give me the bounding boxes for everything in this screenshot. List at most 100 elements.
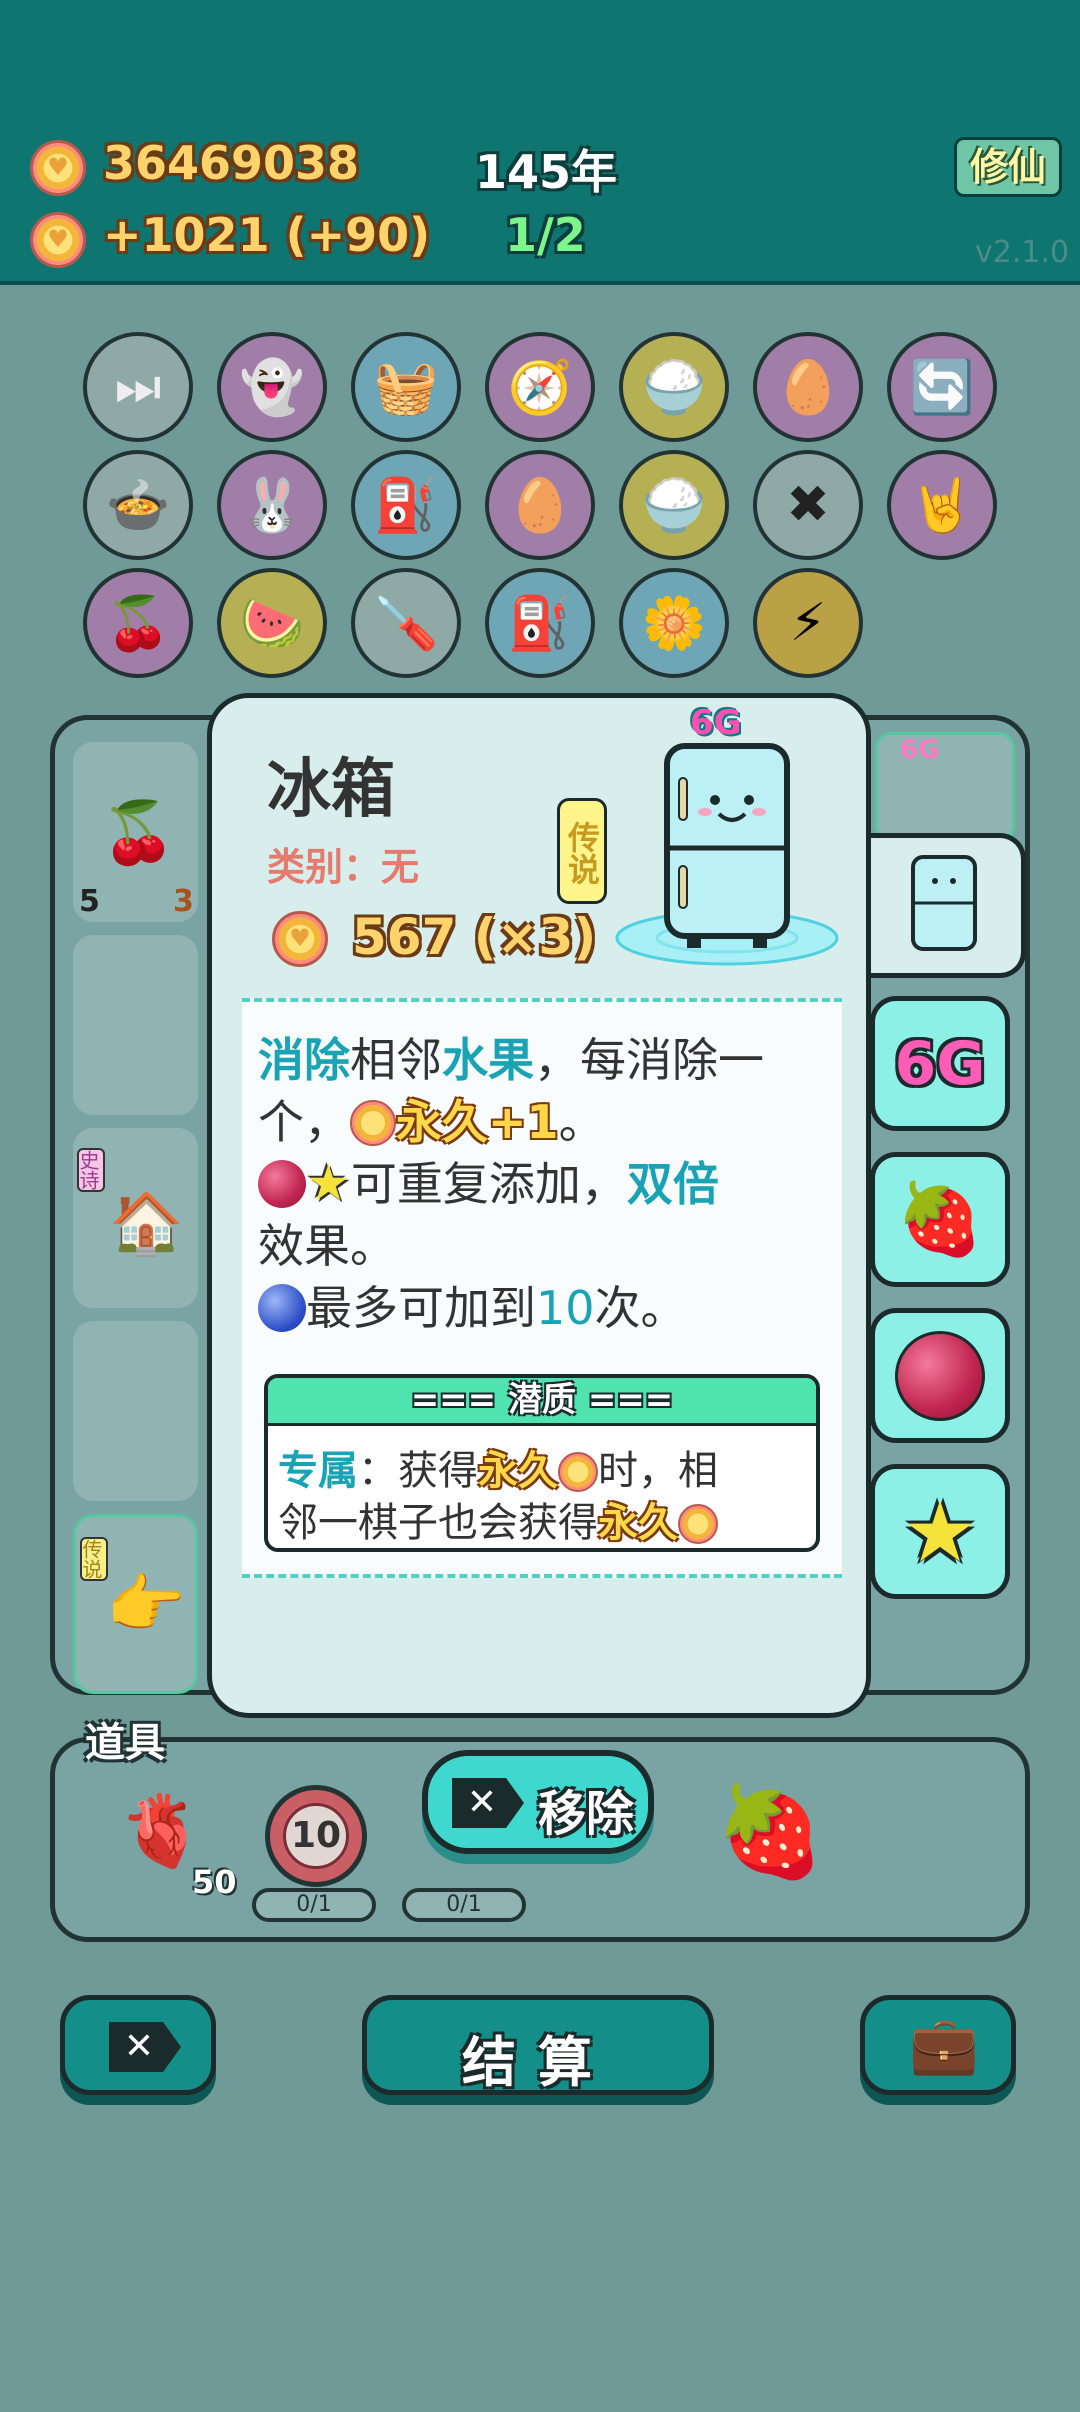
- rice-bowl-icon[interactable]: 🍚: [619, 450, 729, 560]
- xiuxian-button[interactable]: 修仙: [954, 137, 1062, 197]
- side-tab-strawberry[interactable]: 🍓: [870, 1152, 1010, 1287]
- lightning-icon[interactable]: ⚡: [753, 568, 863, 678]
- target-icon[interactable]: 10: [265, 1785, 367, 1887]
- coin-icon: [272, 911, 328, 967]
- desc-text: 最多可加到: [306, 1281, 536, 1335]
- flower-pot-icon[interactable]: 🌼: [619, 568, 729, 678]
- remove-label: 移除: [538, 1786, 635, 1842]
- potential-text: 时，相: [598, 1448, 718, 1494]
- star-icon: ★: [306, 1154, 351, 1212]
- coin-icon: [30, 140, 86, 196]
- coin-icon: [350, 1100, 396, 1146]
- tier-badge: 6G: [900, 735, 940, 765]
- coin-icon: [678, 1504, 718, 1544]
- skip-icon[interactable]: ⏭: [83, 332, 193, 442]
- liver-icon[interactable]: 🫀: [118, 1790, 205, 1873]
- version-label: v2.1.0: [975, 235, 1070, 270]
- desc-text: 相邻: [350, 1033, 442, 1087]
- slot-progress: 0/1: [402, 1888, 526, 1922]
- pot-duck-icon[interactable]: 🍲: [83, 450, 193, 560]
- board-cell[interactable]: 🍒 5 3: [73, 742, 198, 922]
- epic-tag: 史诗: [76, 1148, 105, 1192]
- potential-line: 邻一棋子也会获得永久: [278, 1490, 718, 1548]
- keyword-permanent: 永久: [478, 1448, 558, 1494]
- pump-icon[interactable]: ⛽: [351, 450, 461, 560]
- potential-text: ：获得: [358, 1448, 478, 1494]
- legend-tag: 传说: [79, 1537, 108, 1581]
- keyword-permanent: 永久: [598, 1500, 678, 1546]
- desc-line: 个， 永久+1。: [258, 1086, 605, 1152]
- cell-count: 5: [79, 884, 100, 919]
- keyword-eliminate: 消除: [258, 1033, 350, 1087]
- potential-heading: === 潜质 ===: [268, 1378, 816, 1426]
- pump-icon[interactable]: ⛽: [485, 568, 595, 678]
- item-price: 567 (×3): [352, 908, 597, 966]
- blueberry-icon: [258, 1284, 306, 1332]
- potential-box: === 潜质 === 专属：获得永久 时，相 邻一棋子也会获得永久: [264, 1374, 820, 1552]
- egg-bag-icon[interactable]: 🥚: [485, 450, 595, 560]
- remove-button[interactable]: ✕ 移除: [422, 1750, 654, 1854]
- pointing-hand-icon: 👉: [106, 1568, 186, 1642]
- desc-text: 次。: [594, 1281, 687, 1335]
- side-tab-6g[interactable]: 6G: [870, 996, 1010, 1131]
- star-icon: ★: [902, 1482, 978, 1581]
- tools-label: 道具: [85, 1720, 165, 1766]
- fruit-plate-icon[interactable]: 🍉: [217, 568, 327, 678]
- desc-line: ★可重复添加，双倍: [258, 1148, 719, 1214]
- fruit-basket-icon[interactable]: 🧺: [351, 332, 461, 442]
- refresh-icon[interactable]: 🔄: [887, 332, 997, 442]
- settle-button[interactable]: 结算: [362, 1995, 714, 2095]
- fridge-icon: [910, 855, 977, 951]
- screwdriver-icon[interactable]: 🪛: [351, 568, 461, 678]
- cell-count: 3: [173, 884, 194, 919]
- tier-badge: 6G: [690, 703, 742, 743]
- side-tab-bayberry[interactable]: [870, 1308, 1010, 1443]
- tier-6g-label: 6G: [894, 1028, 986, 1099]
- remove-tag-icon[interactable]: ✖: [753, 450, 863, 560]
- cherries-icon[interactable]: 🍒: [83, 568, 193, 678]
- strawberry-icon: 🍓: [896, 1178, 984, 1260]
- board-cell[interactable]: 史诗 🏠: [73, 1128, 198, 1308]
- bag-button[interactable]: 💼: [860, 1995, 1016, 2095]
- rock-hand-icon[interactable]: 🤘: [887, 450, 997, 560]
- keyword-permanent: 永久+1: [396, 1095, 559, 1149]
- desc-line: 效果。: [258, 1219, 396, 1273]
- coin-income: +1021 (+90): [103, 208, 431, 262]
- board-cell[interactable]: 传说 👉: [73, 1514, 198, 1694]
- rarity-badge: 传说: [557, 798, 607, 904]
- keyword-double: 双倍: [626, 1157, 719, 1211]
- close-tag-icon: ✕: [109, 2022, 181, 2072]
- board-cell[interactable]: [73, 935, 198, 1115]
- coin-total: 36469038: [103, 136, 360, 190]
- keyword-exclusive: 专属: [278, 1448, 358, 1494]
- egg-bag-icon[interactable]: 🥚: [753, 332, 863, 442]
- liver-count: 50: [192, 1863, 237, 1901]
- target-value: 10: [283, 1803, 349, 1869]
- briefcase-icon: 💼: [909, 2013, 979, 2078]
- bayberry-icon: [895, 1330, 985, 1421]
- item-category: 类别：无: [267, 845, 420, 889]
- compass-icon[interactable]: 🧭: [485, 332, 595, 442]
- side-tab-fridge[interactable]: [866, 833, 1026, 978]
- rabbit-icon[interactable]: 🐰: [217, 450, 327, 560]
- item-description: 消除相邻水果，每消除一 个， 永久+1。 ★可重复添加，双倍 效果。 最多可加到1…: [242, 998, 842, 1578]
- fridge-icon: [615, 743, 839, 966]
- desc-text: ，每消除一: [534, 1033, 764, 1087]
- desc-line: 最多可加到10次。: [258, 1272, 687, 1338]
- bayberry-icon[interactable]: 🍓: [715, 1780, 825, 1884]
- settle-label: 结算: [462, 2031, 614, 2094]
- board-cell[interactable]: 6G: [875, 732, 1015, 842]
- discard-button[interactable]: ✕: [60, 1995, 216, 2095]
- side-tab-star[interactable]: ★: [870, 1464, 1010, 1599]
- max-count: 10: [536, 1281, 595, 1335]
- desc-text: 可重复添加，: [350, 1157, 627, 1211]
- rice-bowl-icon[interactable]: 🍚: [619, 332, 729, 442]
- ghost-icon[interactable]: 👻: [217, 332, 327, 442]
- cherries-icon: 🍒: [101, 798, 176, 868]
- desc-line: 消除相邻水果，每消除一: [258, 1024, 764, 1090]
- board-cell[interactable]: [73, 1321, 198, 1501]
- desc-text: 个，: [258, 1095, 350, 1149]
- coin-icon: [558, 1452, 598, 1492]
- desc-text: 。: [558, 1095, 605, 1149]
- rabbit-house-icon: 🏠: [109, 1189, 184, 1259]
